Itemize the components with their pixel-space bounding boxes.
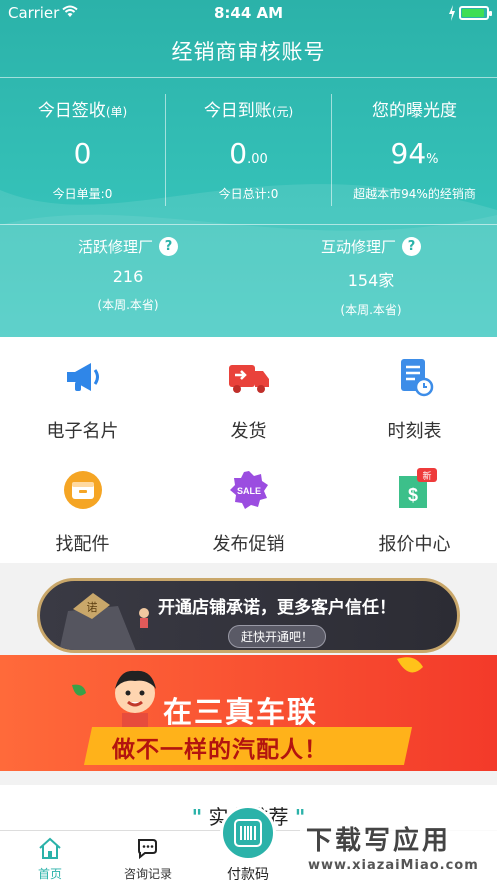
- grid-item-publish-promotion[interactable]: SALE 发布促销: [166, 450, 331, 563]
- dashboard-header: Carrier 8:44 AM 经销商审核账号 今日签收(单) 0 今日单量:0…: [0, 0, 497, 337]
- factory-count: 216: [112, 267, 144, 286]
- quote-icon: $ 新: [399, 468, 437, 508]
- stat-today-signed[interactable]: 今日签收(单) 0 今日单量:0: [0, 96, 165, 202]
- mascot-illustration: [115, 670, 156, 731]
- megaphone-icon: [67, 363, 99, 391]
- watermark: 下载写应用 www.xiazaiMiao.com: [300, 818, 497, 883]
- stat-value: 0: [229, 137, 248, 170]
- parts-box-icon: [64, 471, 102, 509]
- leaf-decoration: [397, 657, 423, 673]
- factory-label: 互动修理厂: [320, 238, 396, 256]
- promo-text: 开通店铺承诺，更多客户信任！: [158, 598, 396, 618]
- sale-text: SALE: [237, 486, 261, 496]
- clock: 8:44 AM: [213, 4, 284, 22]
- new-badge: 新: [422, 470, 431, 482]
- battery-icon: [459, 6, 492, 20]
- factory-scope: (本周.本省): [340, 303, 402, 317]
- stat-label: 今日签收: [37, 101, 106, 121]
- grid-item-label: 时刻表: [387, 421, 442, 442]
- brand-banner[interactable]: 在三真车联 做不一样的汽配人！: [0, 655, 497, 771]
- watermark-line-2: www.xiazaiMiao.com: [308, 858, 479, 873]
- barcode-icon: [234, 819, 262, 847]
- pay-code-button[interactable]: [220, 805, 276, 861]
- stat-unit: (单): [105, 105, 128, 119]
- schedule-icon: [401, 359, 434, 397]
- stat-label: 今日到账: [203, 101, 272, 121]
- divider: [0, 224, 497, 225]
- help-icon[interactable]: ?: [402, 237, 421, 256]
- grid-item-label: 发布促销: [212, 534, 285, 555]
- banner-line-1: 在三真车联: [163, 695, 319, 729]
- charging-icon: [449, 5, 455, 21]
- stat-value: 94: [390, 137, 427, 170]
- stat-value-suffix: %: [426, 152, 439, 167]
- pay-code-label: 付款码: [227, 867, 269, 883]
- tab-consult-records[interactable]: 咨询记录: [98, 831, 198, 883]
- grid-item-ship[interactable]: 发货: [166, 337, 331, 450]
- home-icon: [39, 837, 61, 859]
- help-icon[interactable]: ?: [159, 237, 178, 256]
- factory-label: 活跃修理厂: [77, 238, 153, 256]
- status-bar: Carrier 8:44 AM: [0, 0, 497, 26]
- grid-item-timetable[interactable]: 时刻表: [332, 337, 497, 450]
- watermark-line-1: 下载写应用: [306, 826, 452, 856]
- function-grid: 电子名片 发货 时刻表 找配件 SALE 发布促销 $ 新 报价中心: [0, 337, 497, 563]
- divider: [0, 77, 497, 78]
- truck-icon: [229, 365, 269, 393]
- svg-text:$: $: [408, 485, 418, 505]
- banner-line-2: 做不一样的汽配人！: [112, 737, 328, 763]
- tab-label: 首页: [37, 867, 62, 881]
- stat-today-received[interactable]: 今日到账(元) 0.00 今日总计:0: [166, 96, 331, 202]
- leaf-decoration: [72, 684, 86, 696]
- stat-value-suffix: .00: [247, 152, 268, 167]
- grid-item-find-parts[interactable]: 找配件: [0, 450, 165, 563]
- factory-count: 154家: [347, 271, 395, 290]
- open-now-button[interactable]: 赶快开通吧！: [228, 625, 327, 648]
- grid-item-label: 电子名片: [46, 421, 119, 442]
- chat-icon: [138, 839, 157, 860]
- interactive-factories[interactable]: 互动修理厂? 154家 (本周.本省): [246, 236, 496, 318]
- grid-item-label: 找配件: [55, 534, 110, 555]
- page-title: 经销商审核账号: [171, 40, 326, 64]
- promise-badge: 诺: [87, 601, 98, 614]
- grid-item-label: 报价中心: [378, 534, 451, 555]
- stat-exposure[interactable]: 您的曝光度 94% 超越本市94%的经销商: [332, 96, 497, 202]
- stat-label: 您的曝光度: [372, 101, 457, 121]
- quote-left: ": [191, 805, 203, 829]
- store-building-illustration: 诺: [59, 593, 149, 650]
- stat-unit: (元): [271, 105, 294, 119]
- tab-label: 咨询记录: [123, 867, 172, 881]
- active-factories[interactable]: 活跃修理厂? 216 (本周.本省): [3, 236, 253, 313]
- store-promise-banner[interactable]: 诺 开通店铺承诺，更多客户信任！ 赶快开通吧！: [37, 578, 460, 653]
- grid-item-business-card[interactable]: 电子名片: [0, 337, 165, 450]
- grid-item-label: 发货: [230, 421, 267, 442]
- factory-scope: (本周.本省): [97, 298, 159, 312]
- stat-value: 0: [73, 137, 92, 170]
- stat-sub: 今日总计:0: [218, 187, 279, 201]
- stat-sub: 超越本市94%的经销商: [353, 187, 476, 201]
- tab-home[interactable]: 首页: [0, 831, 100, 883]
- grid-item-quote-center[interactable]: $ 新 报价中心: [332, 450, 497, 563]
- sale-badge-icon: SALE: [230, 471, 268, 509]
- stat-sub: 今日单量:0: [52, 187, 113, 201]
